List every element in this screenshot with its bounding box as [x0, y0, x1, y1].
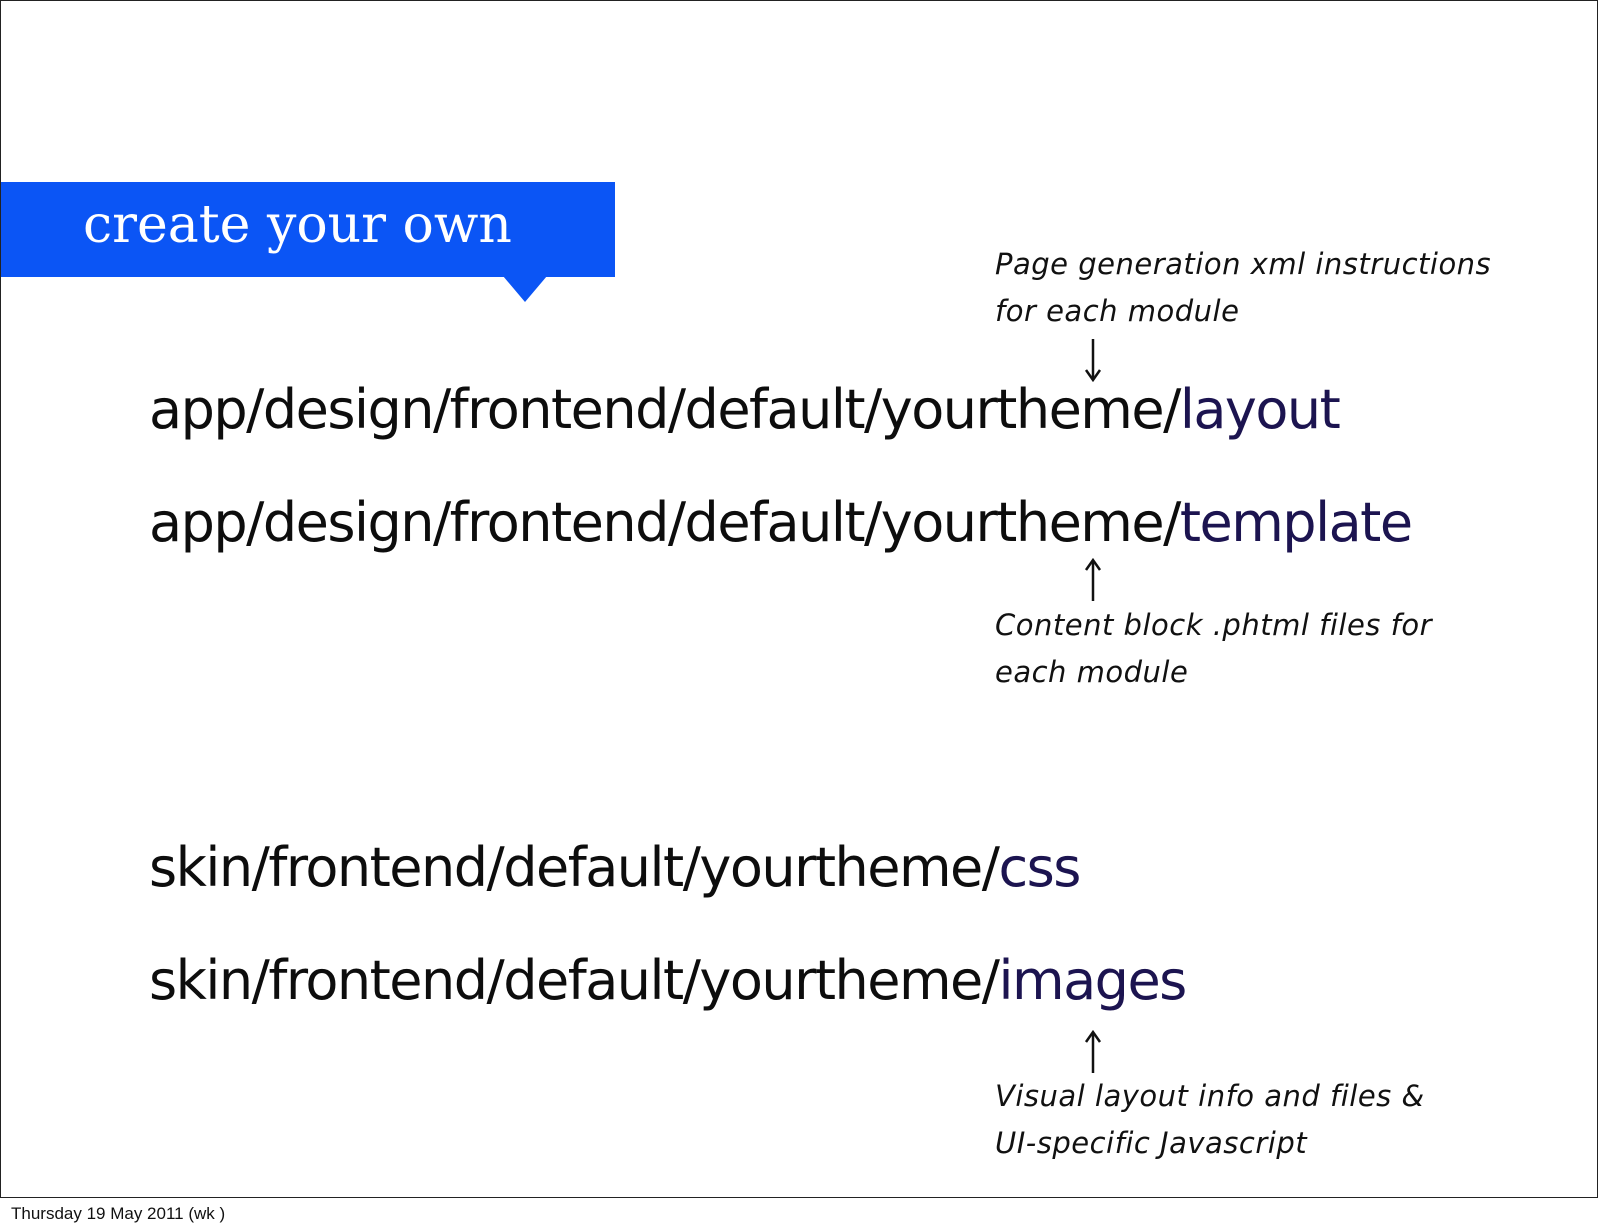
arrow-up-icon: [1083, 557, 1103, 603]
arrow-up-icon: [1083, 1029, 1103, 1075]
footer-date: Thursday 19 May 2011 (wk ): [11, 1204, 226, 1223]
path-layout-prefix: app/design/frontend/default/yourtheme/: [149, 378, 1181, 441]
note-template-line1: Content block .phtml files for: [995, 608, 1432, 642]
path-template: app/design/frontend/default/yourtheme/te…: [149, 496, 1413, 550]
note-template: Content block .phtml files for each modu…: [995, 602, 1432, 696]
arrow-down-icon: [1083, 337, 1103, 383]
path-template-accent: template: [1179, 491, 1413, 554]
path-images-accent: images: [998, 949, 1187, 1012]
title-banner: create your own: [1, 182, 615, 277]
path-css-prefix: skin/frontend/default/yourtheme/: [149, 836, 1000, 899]
path-layout-accent: layout: [1179, 378, 1341, 441]
path-images: skin/frontend/default/yourtheme/images: [149, 954, 1187, 1008]
path-layout: app/design/frontend/default/yourtheme/la…: [149, 383, 1341, 437]
note-images: Visual layout info and files & UI-specif…: [995, 1073, 1425, 1167]
note-layout: Page generation xml instructions for eac…: [995, 241, 1491, 335]
note-images-line2: UI-specific Javascript: [995, 1126, 1308, 1160]
note-layout-line2: for each module: [995, 294, 1240, 328]
note-images-line1: Visual layout info and files &: [995, 1079, 1425, 1113]
slide-title: create your own: [83, 195, 512, 255]
path-css: skin/frontend/default/yourtheme/css: [149, 841, 1081, 895]
slide: create your own Page generation xml inst…: [0, 0, 1598, 1198]
path-template-prefix: app/design/frontend/default/yourtheme/: [149, 491, 1181, 554]
title-banner-pointer: [503, 276, 547, 302]
note-template-line2: each module: [995, 655, 1189, 689]
note-layout-line1: Page generation xml instructions: [995, 247, 1492, 281]
path-css-accent: css: [998, 836, 1081, 899]
path-images-prefix: skin/frontend/default/yourtheme/: [149, 949, 1000, 1012]
